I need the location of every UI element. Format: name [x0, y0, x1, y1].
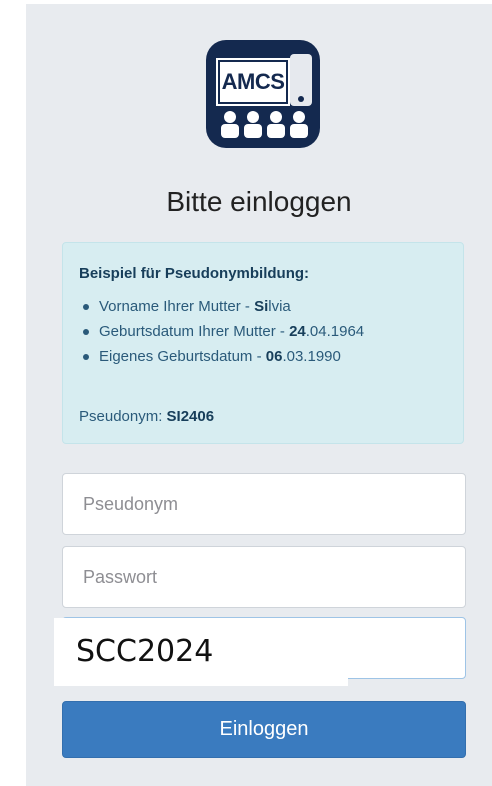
amcs-logo-icon: AMCS	[206, 40, 320, 148]
list-item: Eigenes Geburtsdatum - 06.03.1990	[79, 347, 364, 372]
captcha-text-overlay: SCC2024	[54, 618, 348, 686]
logo-phone-icon	[290, 54, 312, 106]
info-title: Beispiel für Pseudonymbildung:	[79, 265, 310, 282]
list-item: Vorname Ihrer Mutter - Silvia	[79, 297, 364, 322]
info-list: Vorname Ihrer Mutter - Silvia Geburtsdat…	[79, 297, 364, 372]
page-title: Bitte einloggen	[166, 186, 352, 217]
pseudonym-example: Pseudonym: SI2406	[79, 408, 215, 425]
logo-text: AMCS	[218, 60, 288, 104]
list-item: Geburtsdatum Ihrer Mutter - 24.04.1964	[79, 322, 364, 347]
logo-people-icon	[221, 111, 308, 138]
password-input[interactable]	[62, 546, 466, 608]
pseudonym-input[interactable]	[62, 473, 466, 535]
login-button[interactable]: Einloggen	[62, 701, 466, 758]
pseudonym-info-box: Beispiel für Pseudonymbildung: Vorname I…	[62, 242, 464, 444]
